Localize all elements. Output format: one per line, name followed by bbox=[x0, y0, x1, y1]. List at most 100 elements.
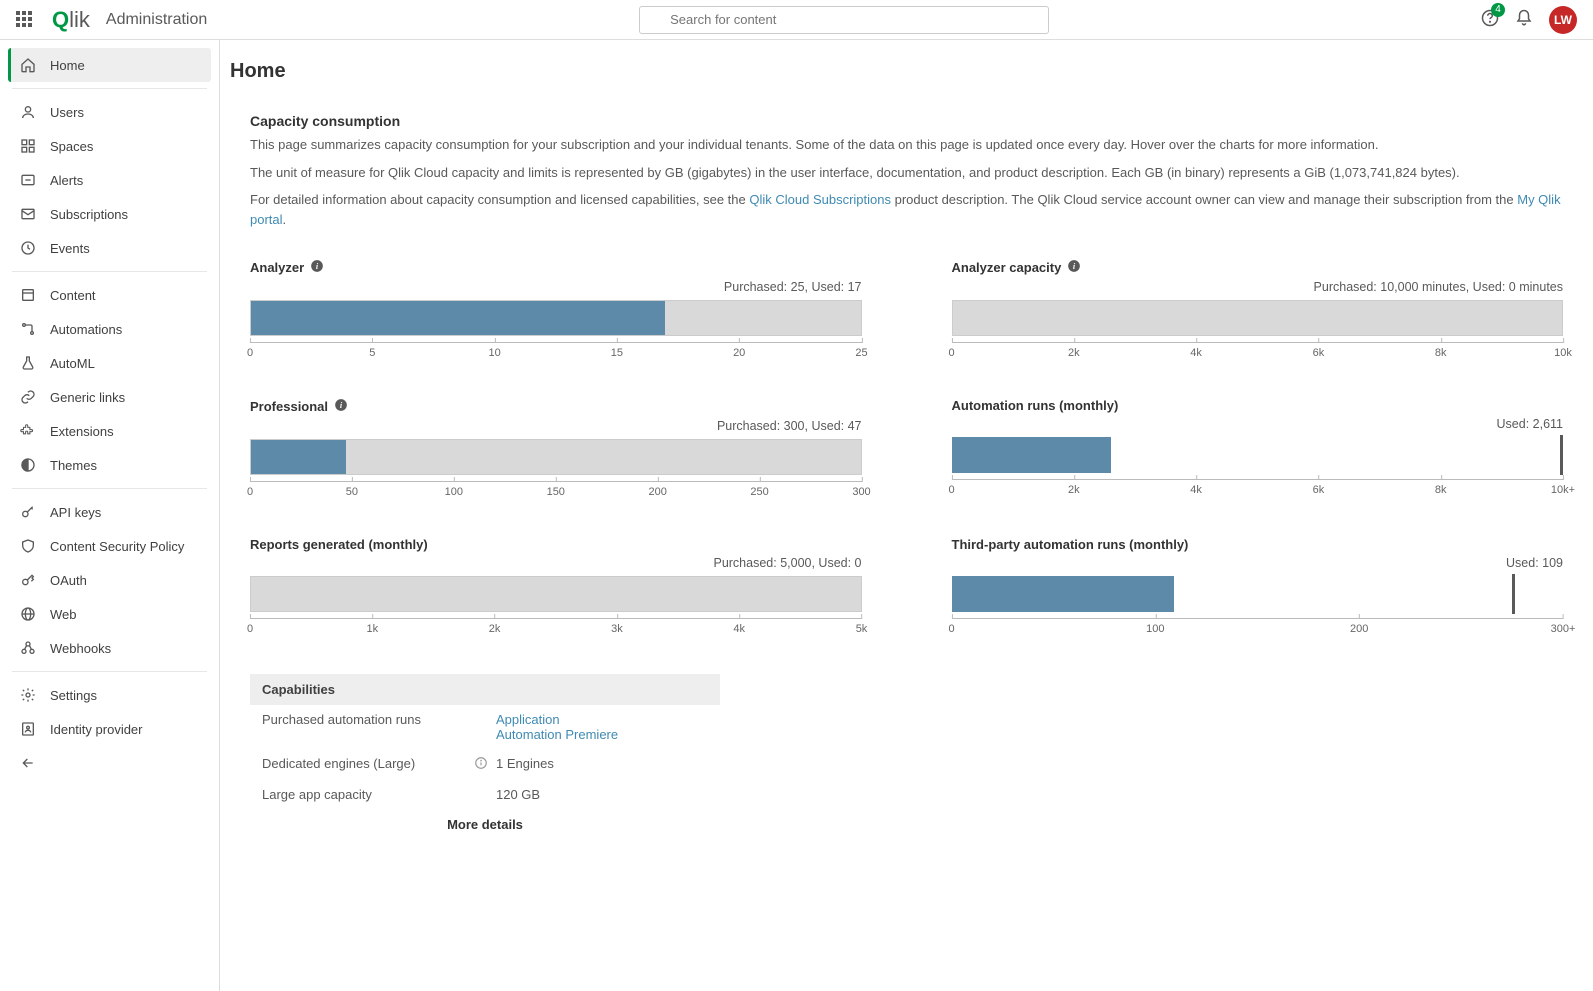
link-qlik-cloud-subscriptions[interactable]: Qlik Cloud Subscriptions bbox=[749, 192, 891, 207]
chart-third_party: Third-party automation runs (monthly) Use… bbox=[952, 537, 1564, 646]
sidebar-item-alerts[interactable]: Alerts bbox=[8, 163, 211, 197]
info-icon[interactable]: i bbox=[310, 259, 324, 276]
capability-label: Large app capacity bbox=[262, 787, 474, 802]
chart-bar-fill bbox=[952, 437, 1112, 473]
app-launcher-icon[interactable] bbox=[16, 11, 34, 29]
chart-subtitle: Used: 109 bbox=[952, 556, 1564, 570]
capability-label: Dedicated engines (Large) bbox=[262, 756, 474, 771]
sidebar-item-home[interactable]: Home bbox=[8, 48, 211, 82]
section-title: Capacity consumption bbox=[250, 113, 1563, 129]
chart-subtitle: Used: 2,611 bbox=[952, 417, 1564, 431]
sidebar-item-label: Identity provider bbox=[50, 722, 143, 737]
chart-axis: 050100150200250300 bbox=[250, 481, 862, 509]
axis-tick: 6k bbox=[1313, 343, 1325, 359]
chart-bar-track bbox=[250, 300, 862, 336]
chart-title: Reports generated (monthly) bbox=[250, 537, 862, 552]
desc-line-1: This page summarizes capacity consumptio… bbox=[250, 135, 1563, 155]
sidebar-item-label: Subscriptions bbox=[50, 207, 128, 222]
axis-tick: 200 bbox=[648, 482, 666, 498]
axis-tick: 2k bbox=[489, 619, 501, 635]
sidebar-item-label: API keys bbox=[50, 505, 101, 520]
capability-value: 120 GB bbox=[496, 787, 540, 802]
idp-icon bbox=[20, 721, 36, 737]
help-icon[interactable]: 4 bbox=[1481, 9, 1499, 30]
axis-tick: 3k bbox=[611, 619, 623, 635]
chart-title: Analyzer i bbox=[250, 259, 862, 276]
chart-title: Professional i bbox=[250, 398, 862, 415]
sidebar-separator bbox=[12, 88, 207, 89]
axis-tick: 100 bbox=[1146, 619, 1164, 635]
sidebar-item-label: Home bbox=[50, 58, 85, 73]
axis-tick: 8k bbox=[1435, 480, 1447, 496]
sidebar-item-themes[interactable]: Themes bbox=[8, 448, 211, 482]
sidebar-item-webhooks[interactable]: Webhooks bbox=[8, 631, 211, 665]
capability-link[interactable]: Application bbox=[496, 712, 708, 727]
web-icon bbox=[20, 606, 36, 622]
sidebar-item-content-security-policy[interactable]: Content Security Policy bbox=[8, 529, 211, 563]
chart-title: Automation runs (monthly) bbox=[952, 398, 1564, 413]
sidebar-item-extensions[interactable]: Extensions bbox=[8, 414, 211, 448]
sidebar-item-users[interactable]: Users bbox=[8, 95, 211, 129]
qlik-logo[interactable]: Qlik bbox=[52, 7, 90, 33]
sidebar-item-api-keys[interactable]: API keys bbox=[8, 495, 211, 529]
chart-bar-track bbox=[952, 437, 1564, 473]
desc3-pre: For detailed information about capacity … bbox=[250, 192, 749, 207]
chart-professional: Professional iPurchased: 300, Used: 4705… bbox=[250, 398, 862, 509]
capability-row: Large app capacity 120 GB bbox=[250, 780, 720, 809]
flask-icon bbox=[20, 355, 36, 371]
desc-line-2: The unit of measure for Qlik Cloud capac… bbox=[250, 163, 1563, 183]
sidebar-item-web[interactable]: Web bbox=[8, 597, 211, 631]
axis-tick: 8k bbox=[1435, 343, 1447, 359]
shield-icon bbox=[20, 538, 36, 554]
sidebar-item-content[interactable]: Content bbox=[8, 278, 211, 312]
bell-icon[interactable] bbox=[1515, 9, 1533, 30]
sidebar-item-subscriptions[interactable]: Subscriptions bbox=[8, 197, 211, 231]
sidebar-item-oauth[interactable]: OAuth bbox=[8, 563, 211, 597]
axis-tick: 50 bbox=[346, 482, 358, 498]
chart-subtitle: Purchased: 300, Used: 47 bbox=[250, 419, 862, 433]
axis-tick: 300 bbox=[852, 482, 870, 498]
capabilities-header: Capabilities bbox=[250, 674, 720, 705]
collapse-sidebar-button[interactable] bbox=[8, 746, 211, 780]
axis-tick: 5k bbox=[856, 619, 868, 635]
desc3-mid: product description. The Qlik Cloud serv… bbox=[891, 192, 1517, 207]
sidebar-item-identity-provider[interactable]: Identity provider bbox=[8, 712, 211, 746]
sidebar-item-generic-links[interactable]: Generic links bbox=[8, 380, 211, 414]
chart-bar-fill bbox=[251, 301, 665, 335]
capability-value: 1 Engines bbox=[496, 756, 554, 771]
info-icon[interactable] bbox=[474, 758, 488, 773]
info-icon[interactable]: i bbox=[334, 398, 348, 415]
sidebar-separator bbox=[12, 488, 207, 489]
sidebar-item-events[interactable]: Events bbox=[8, 231, 211, 265]
sidebar-item-label: Settings bbox=[50, 688, 97, 703]
sidebar-item-spaces[interactable]: Spaces bbox=[8, 129, 211, 163]
axis-tick: 0 bbox=[948, 480, 954, 496]
axis-tick: 6k bbox=[1313, 480, 1325, 496]
info-icon[interactable]: i bbox=[1067, 259, 1081, 276]
chart-axis: 01k2k3k4k5k bbox=[250, 618, 862, 646]
search-input[interactable] bbox=[639, 6, 1049, 34]
home-icon bbox=[20, 57, 36, 73]
chart-subtitle: Purchased: 10,000 minutes, Used: 0 minut… bbox=[952, 280, 1564, 294]
axis-tick: 4k bbox=[733, 619, 745, 635]
axis-tick: 0 bbox=[247, 619, 253, 635]
help-badge: 4 bbox=[1491, 3, 1505, 17]
desc3-post: . bbox=[283, 212, 287, 227]
more-details-button[interactable]: More details bbox=[250, 809, 720, 840]
sidebar-separator bbox=[12, 671, 207, 672]
chart-title: Third-party automation runs (monthly) bbox=[952, 537, 1564, 552]
sidebar-item-label: Extensions bbox=[50, 424, 114, 439]
sidebar-item-label: Alerts bbox=[50, 173, 83, 188]
sidebar-item-label: Themes bbox=[50, 458, 97, 473]
avatar[interactable]: LW bbox=[1549, 6, 1577, 34]
sidebar-item-label: Spaces bbox=[50, 139, 93, 154]
main-content: Home Capacity consumption This page summ… bbox=[220, 40, 1593, 991]
capability-link[interactable]: Automation Premiere bbox=[496, 727, 708, 742]
page-title: Home bbox=[230, 60, 1563, 83]
sidebar-item-automl[interactable]: AutoML bbox=[8, 346, 211, 380]
axis-tick: 300+ bbox=[1551, 619, 1576, 635]
axis-tick: 4k bbox=[1190, 343, 1202, 359]
sidebar-item-settings[interactable]: Settings bbox=[8, 678, 211, 712]
desc-line-3: For detailed information about capacity … bbox=[250, 190, 1563, 229]
sidebar-item-automations[interactable]: Automations bbox=[8, 312, 211, 346]
